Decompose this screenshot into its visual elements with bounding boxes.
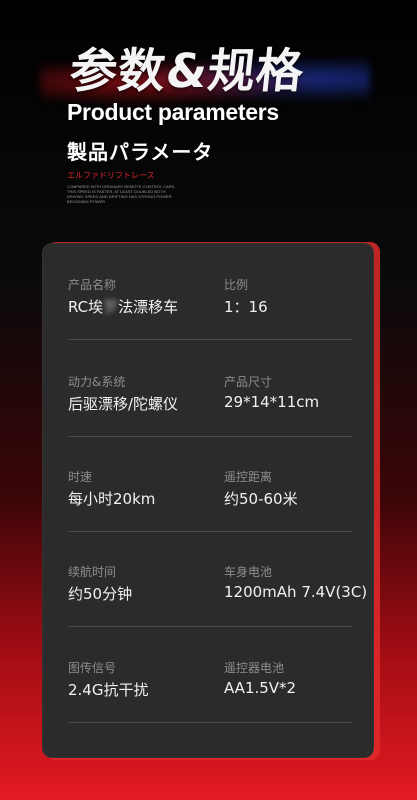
page-subtitle-english: Product parameters — [67, 99, 279, 125]
spec-row-speed-range: 时速 每小时20km 遥控距离 约50-60米 — [68, 435, 352, 532]
spec-value: AA1.5V*2 — [224, 679, 297, 697]
spec-label: 遥控距离 — [224, 470, 273, 484]
spec-value-part: 法漂移车 — [118, 298, 179, 316]
fine-print-note: COMPARED WITH ORDINARY REMOTE CONTROL CA… — [67, 184, 176, 204]
spec-value-part: RC埃 — [68, 298, 104, 316]
spec-value: 后驱漂移/陀螺仪 — [68, 395, 179, 413]
spec-value: 1：16 — [224, 298, 268, 316]
page-title: 参数&规格 — [67, 44, 307, 99]
spec-label: 时速 — [68, 470, 93, 484]
spec-row-name-scale: 产品名称 RC埃罗法漂移车 比例 1：16 — [68, 243, 352, 340]
spec-label: 产品尺寸 — [224, 375, 273, 389]
spec-label: 续航时间 — [68, 565, 117, 579]
spec-label: 产品名称 — [68, 278, 117, 292]
spec-value: RC埃罗法漂移车 — [68, 296, 178, 317]
spec-label: 遥控器电池 — [224, 661, 285, 675]
spec-label: 车身电池 — [224, 565, 273, 579]
tagline-red: エルファドリフトレース — [67, 171, 155, 180]
spec-row-signal-remote-battery: 图传信号 2.4G抗干扰 遥控器电池 AA1.5V*2 — [68, 626, 352, 723]
spec-value: 约50-60米 — [224, 490, 298, 508]
spec-value: 每小时20km — [68, 490, 156, 508]
spec-label: 比例 — [224, 278, 249, 292]
page-subtitle-japanese: 製品パラメータ — [67, 140, 214, 164]
spec-value: 约50分钟 — [68, 585, 133, 603]
spec-card: 产品名称 RC埃罗法漂移车 比例 1：16 动力&系统 后驱漂移/陀螺仪 产品尺… — [42, 243, 374, 758]
blurred-character: 罗 — [103, 298, 119, 316]
spec-label: 图传信号 — [68, 661, 117, 675]
spec-row-runtime-battery: 续航时间 约50分钟 车身电池 1200mAh 7.4V(3C) — [68, 530, 367, 627]
spec-value: 1200mAh 7.4V(3C) — [224, 583, 368, 601]
spec-value: 29*14*11cm — [224, 393, 320, 411]
spec-value: 2.4G抗干扰 — [68, 681, 149, 699]
spec-row-power-size: 动力&系统 后驱漂移/陀螺仪 产品尺寸 29*14*11cm — [68, 340, 352, 437]
spec-label: 动力&系统 — [68, 375, 126, 389]
